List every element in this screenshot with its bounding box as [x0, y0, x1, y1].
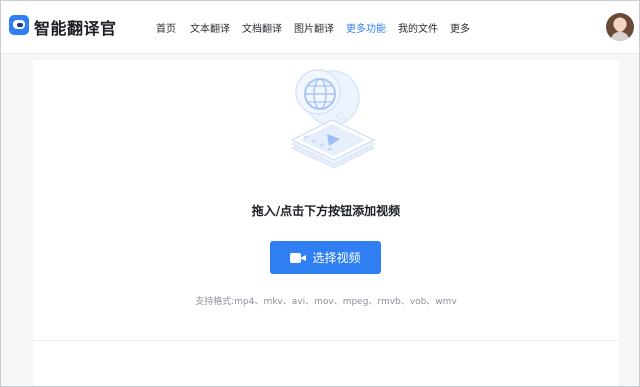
select-video-button-label: 选择视频	[312, 251, 361, 265]
top-header: 智能翻译官 首页 文本翻译 文档翻译 图片翻译 更多功能 我的文件 更多	[0, 0, 640, 54]
nav-item-home[interactable]: 首页	[156, 20, 176, 36]
logo-dot	[17, 23, 23, 27]
nav-item-doc-translate[interactable]: 文档翻译	[242, 20, 282, 36]
main-nav: 首页 文本翻译 文档翻译 图片翻译 更多功能 我的文件 更多	[156, 20, 470, 36]
select-video-button[interactable]: 选择视频	[270, 241, 381, 274]
supported-formats-text: 支持格式:mp4、mkv、avi、mov、mpeg、rmvb、vob、wmv	[195, 297, 457, 307]
upload-card[interactable]: 拖入/点击下方按钮添加视频 选择视频 支持格式:mp4、mkv、avi、mov、…	[33, 60, 619, 387]
video-camera-icon	[290, 252, 307, 263]
brand-name[interactable]: 智能翻译官	[34, 15, 117, 39]
card-divider	[33, 340, 619, 341]
nav-item-image-translate[interactable]: 图片翻译	[294, 20, 334, 36]
nav-item-more[interactable]: 更多	[450, 20, 470, 36]
avatar-face	[615, 20, 625, 32]
user-avatar[interactable]	[606, 13, 634, 41]
video-upload-illustration-icon	[290, 69, 376, 169]
drop-zone-title: 拖入/点击下方按钮添加视频	[251, 204, 401, 218]
avatar-body	[611, 32, 629, 41]
nav-item-text-translate[interactable]: 文本翻译	[190, 20, 230, 36]
nav-item-more-features[interactable]: 更多功能	[346, 20, 386, 36]
nav-item-my-files[interactable]: 我的文件	[398, 20, 438, 36]
app-logo-icon[interactable]	[9, 15, 29, 35]
